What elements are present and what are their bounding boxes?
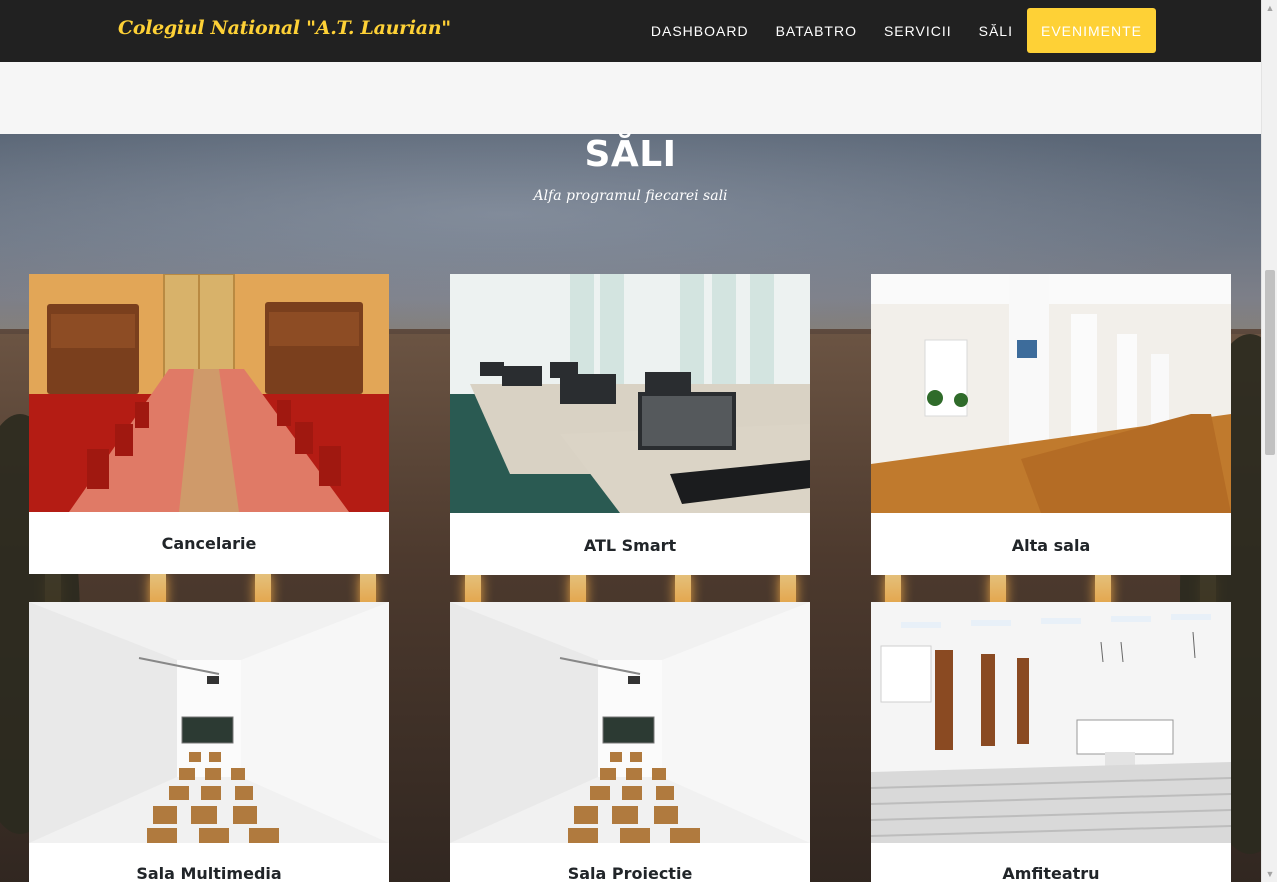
room-card-amfiteatru[interactable]: Amfiteatru [871,602,1231,882]
room-name: Cancelarie [161,534,257,553]
room-photo-alta-sala [871,274,1231,513]
brand-logo[interactable]: Colegiul National "A.T. Laurian" [118,17,451,39]
nav-menu: DASHBOARD BATABTRO SERVICII SĂLI EVENIME… [651,8,1156,53]
page-scrollbar[interactable]: ▲ ▼ [1261,0,1277,882]
scroll-down-arrow-icon[interactable]: ▼ [1262,866,1277,882]
scroll-up-arrow-icon[interactable]: ▲ [1262,0,1277,16]
room-name: ATL Smart [583,536,677,555]
navbar: Colegiul National "A.T. Laurian" DASHBOA… [0,0,1261,62]
section-subtitle: Alfa programul fiecarei sali [533,188,728,204]
room-card-sala-multimedia[interactable]: Sala Multimedia [29,602,389,882]
room-photo-cancelarie [29,274,389,512]
room-photo-atl-smart [450,274,810,513]
room-name: Sala Proiectie [567,864,693,882]
room-card-alta-sala[interactable]: Alta sala [871,274,1231,575]
scrollbar-thumb[interactable] [1265,270,1275,455]
room-photo-sala-multimedia [29,602,389,843]
room-name: Amfiteatru [1002,864,1100,882]
room-card-cancelarie[interactable]: Cancelarie [29,274,389,574]
nav-link-batabtro[interactable]: BATABTRO [776,23,857,39]
room-photo-amfiteatru [871,602,1231,843]
nav-link-dashboard[interactable]: DASHBOARD [651,23,749,39]
room-photo-sala-proiectie [450,602,810,843]
room-card-sala-proiectie[interactable]: Sala Proiectie [450,602,810,882]
room-name: Sala Multimedia [136,864,282,882]
header-spacer [0,62,1261,134]
room-name: Alta sala [1011,536,1091,555]
nav-link-servicii[interactable]: SERVICII [884,23,952,39]
room-card-atl-smart[interactable]: ATL Smart [450,274,810,575]
nav-button-evenimente[interactable]: EVENIMENTE [1026,8,1156,53]
section-title: SĂLI [584,134,677,175]
nav-link-sali[interactable]: SĂLI [979,23,1013,39]
